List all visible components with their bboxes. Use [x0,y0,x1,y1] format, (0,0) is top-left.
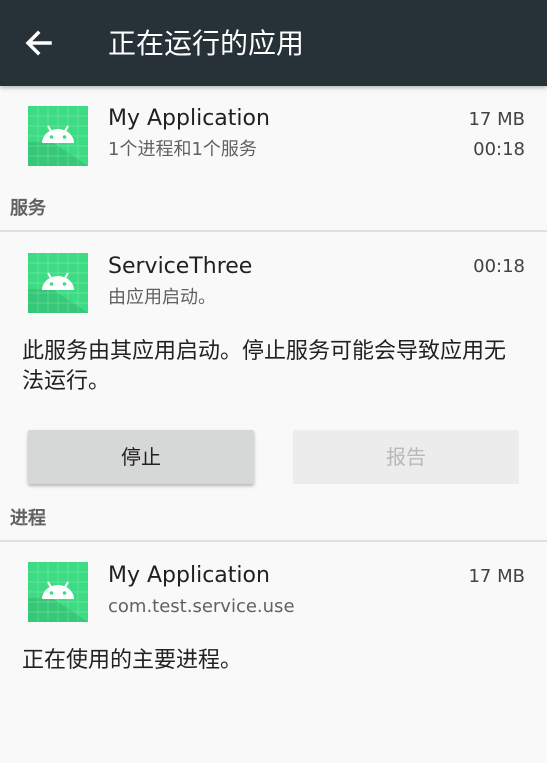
service-description: 此服务由其应用启动。停止服务可能会导致应用无法运行。 [22,339,507,394]
android-icon [28,106,88,166]
android-icon [28,562,88,622]
processes-header: 进程 [10,508,46,529]
service-name: ServiceThree [108,254,253,279]
page-title: 正在运行的应用 [108,27,305,60]
service-time: 00:18 [473,256,525,277]
app-memory: 17 MB [468,109,525,130]
services-header: 服务 [10,198,46,219]
back-button[interactable] [18,24,60,62]
report-button[interactable]: 报告 [293,430,519,484]
process-package: com.test.service.use [108,596,295,617]
app-name: My Application [108,106,270,131]
process-name: My Application [108,563,270,588]
android-icon [28,253,88,313]
app-time: 00:18 [473,139,525,160]
arrow-back-icon [25,30,52,56]
processes-divider [0,540,547,542]
service-detail: 由应用启动。 [108,287,216,308]
toolbar: 正在运行的应用 [0,0,547,86]
services-divider [0,230,547,232]
process-memory: 17 MB [468,566,525,587]
process-description: 正在使用的主要进程。 [22,648,243,673]
app-detail: 1个进程和1个服务 [108,139,257,160]
stop-button[interactable]: 停止 [28,430,254,484]
